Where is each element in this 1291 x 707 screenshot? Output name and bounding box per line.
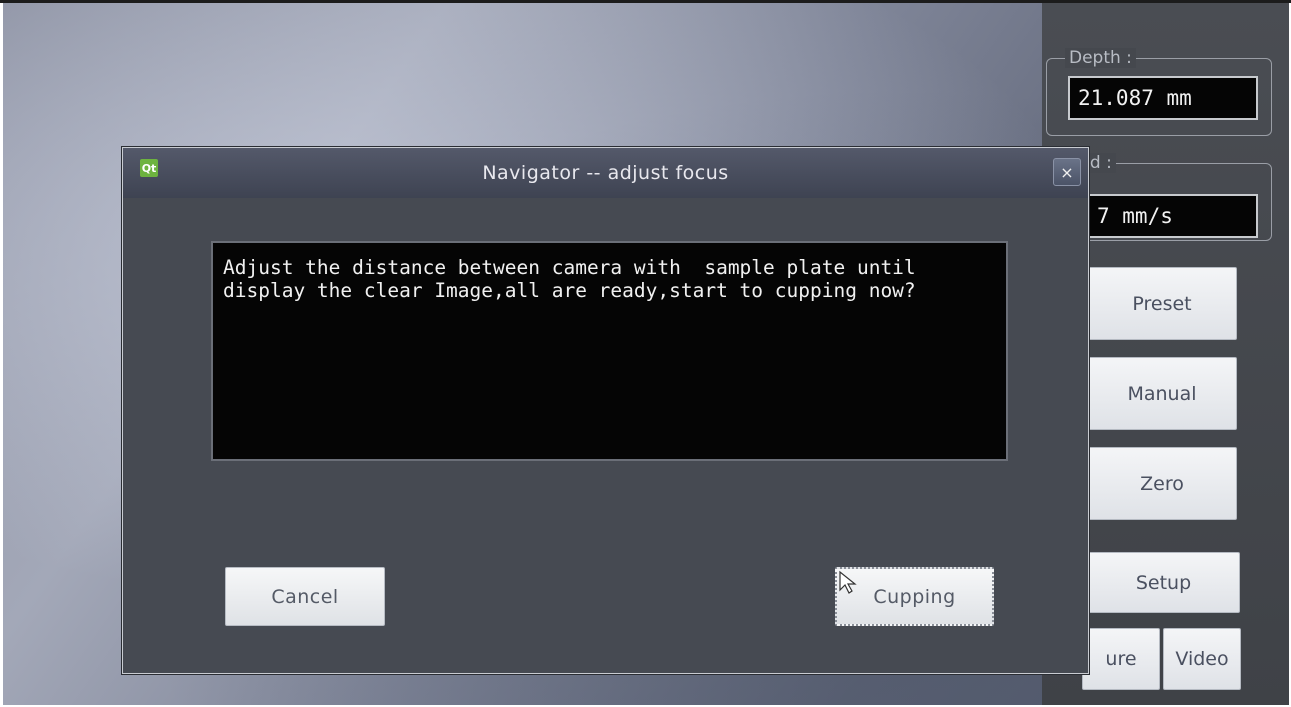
speed-readout: 7 mm/s bbox=[1087, 194, 1258, 238]
close-icon[interactable]: × bbox=[1053, 158, 1081, 186]
dialog-message: Adjust the distance between camera with … bbox=[211, 241, 1008, 461]
video-button[interactable]: Video bbox=[1163, 628, 1241, 690]
zero-button[interactable]: Zero bbox=[1087, 447, 1237, 520]
depth-readout: 21.087 mm bbox=[1068, 76, 1258, 120]
setup-button[interactable]: Setup bbox=[1087, 552, 1240, 613]
mouse-cursor-icon bbox=[839, 570, 857, 594]
cancel-button[interactable]: Cancel bbox=[225, 567, 385, 626]
capture-button[interactable]: ure bbox=[1082, 628, 1160, 690]
depth-label: Depth : bbox=[1065, 48, 1136, 68]
depth-group: Depth : 21.087 mm bbox=[1046, 48, 1272, 136]
preset-button[interactable]: Preset bbox=[1087, 267, 1237, 340]
dialog-title: Navigator -- adjust focus bbox=[482, 162, 729, 184]
manual-button[interactable]: Manual bbox=[1087, 357, 1237, 430]
navigator-dialog: Qt Navigator -- adjust focus × Adjust th… bbox=[122, 147, 1089, 674]
